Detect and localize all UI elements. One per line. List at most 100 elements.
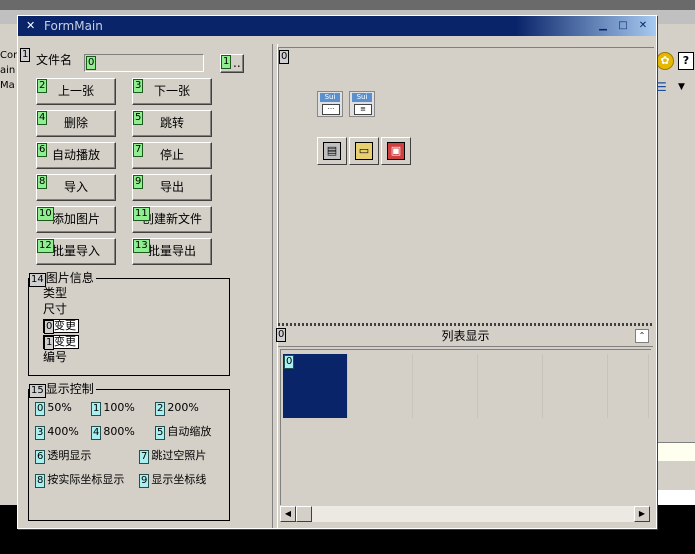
horizontal-scrollbar[interactable]: ◀ ▶ (280, 505, 650, 522)
thumbnail-cell[interactable] (348, 354, 413, 418)
component-icon[interactable]: Sui ≡ (349, 91, 375, 117)
autoplay-button[interactable]: 6 自动播放 (36, 142, 116, 169)
jump-button[interactable]: 5 跳转 (132, 110, 212, 137)
stop-button-label: 停止 (159, 148, 184, 162)
batch-export-button-label: 批量导出 (147, 244, 196, 258)
window-title: FormMain (44, 19, 103, 33)
title-bar[interactable]: ✕ FormMain ▁ □ ✕ (18, 16, 656, 36)
control-panel: 1 文件名 0 1 .. 2 上一张 3 下一张 4 删除 5 跳转 6 自动播… (18, 44, 268, 528)
close-button[interactable]: ✕ (635, 19, 651, 33)
save-as-button[interactable]: ▣ (381, 137, 411, 165)
option-label: 自动缩放 (167, 425, 212, 438)
scroll-right-icon[interactable]: ▶ (634, 506, 650, 522)
stop-button[interactable]: 7 停止 (132, 142, 212, 169)
control-index: 1 (20, 48, 31, 62)
browse-label: .. (233, 56, 241, 70)
control-index: 0 (284, 355, 295, 369)
control-index: 14 (29, 273, 46, 287)
control-index: 0 (35, 402, 46, 416)
form-main-window: ✕ FormMain ▁ □ ✕ 1 文件名 0 1 .. 2 上一张 3 下一… (17, 15, 657, 529)
background-toolbar: ✿ ? ☰ ▼ (656, 52, 695, 98)
background-field (656, 442, 695, 461)
control-index: 0 (44, 320, 55, 334)
save-button[interactable]: ▤ (317, 137, 347, 165)
help-icon[interactable]: ? (678, 52, 694, 70)
background-left-line: Cons (0, 50, 18, 61)
autoplay-button-label: 自动播放 (51, 148, 100, 162)
change-field[interactable]: 0 变更 (43, 319, 79, 334)
file-name-field[interactable]: 0 (84, 54, 204, 72)
control-index: 8 (37, 175, 48, 189)
component-icon-label: Sui (352, 93, 372, 102)
image-info-group: 14 图片信息 类型 尺寸 0 变更 1 变更 编号 (28, 271, 230, 376)
gear-icon[interactable]: ✿ (656, 52, 674, 70)
background-title-bar (0, 0, 695, 10)
show-axes-option[interactable]: 9 显示坐标线 (139, 472, 206, 488)
thumbnail-list[interactable]: 0 (280, 349, 651, 510)
batch-export-button[interactable]: 13 批量导出 (132, 238, 212, 265)
batch-import-button[interactable]: 12 批量导入 (36, 238, 116, 265)
transparent-option[interactable]: 6 透明显示 (35, 448, 91, 464)
option-label: 按实际坐标显示 (47, 473, 125, 486)
change-field-label: 变更 (54, 319, 76, 332)
option-label: 显示坐标线 (151, 473, 207, 486)
control-index: 7 (139, 450, 150, 464)
option-label: 400% (47, 425, 79, 438)
control-index: 1 (44, 336, 55, 350)
chevron-down-icon[interactable]: ▼ (678, 80, 688, 94)
export-button[interactable]: 9 导出 (132, 174, 212, 201)
thumbnail-cell[interactable] (608, 354, 649, 418)
thumbnail-cell[interactable] (478, 354, 543, 418)
image-info-caption-text: 图片信息 (45, 271, 94, 285)
jump-button-label: 跳转 (159, 116, 184, 130)
control-index: 7 (133, 143, 144, 157)
thumbnail-cell[interactable] (543, 354, 608, 418)
control-index: 5 (155, 426, 166, 440)
control-index: 2 (37, 79, 48, 93)
change-field-label: 变更 (54, 335, 76, 348)
prev-button-label: 上一张 (57, 84, 94, 98)
zoom-100-option[interactable]: 1 100% (91, 400, 135, 416)
button-glyph-icon: ··· (322, 104, 340, 115)
actual-coords-option[interactable]: 8 按实际坐标显示 (35, 472, 124, 488)
delete-button[interactable]: 4 删除 (36, 110, 116, 137)
zoom-50-option[interactable]: 0 50% (35, 400, 72, 416)
next-button[interactable]: 3 下一张 (132, 78, 212, 105)
new-file-button[interactable]: 11 创建新文件 (132, 206, 212, 233)
collapse-button[interactable]: ⌃ (635, 329, 649, 343)
type-label: 类型 (43, 286, 68, 300)
maximize-button[interactable]: □ (615, 19, 631, 33)
minimize-button[interactable]: ▁ (595, 19, 611, 33)
new-file-button-label: 创建新文件 (141, 212, 202, 226)
control-index: 0 (279, 50, 290, 64)
open-button[interactable]: ▭ (349, 137, 379, 165)
prev-button[interactable]: 2 上一张 (36, 78, 116, 105)
background-field (656, 490, 695, 505)
thumbnail-cell[interactable] (413, 354, 478, 418)
change-field[interactable]: 1 变更 (43, 335, 79, 350)
memo-glyph-icon: ≡ (354, 104, 372, 115)
skip-empty-option[interactable]: 7 跳过空照片 (139, 448, 206, 464)
control-index: 0 (276, 328, 287, 342)
preview-area[interactable]: 0 Sui ··· Sui ≡ ▤ ▭ ▣ (278, 47, 654, 324)
zoom-400-option[interactable]: 3 400% (35, 424, 79, 440)
zoom-200-option[interactable]: 2 200% (155, 400, 199, 416)
background-left-line: Ma (0, 80, 15, 91)
browse-button[interactable]: 1 .. (220, 54, 244, 73)
thumbnail-cell[interactable]: 0 (283, 354, 348, 418)
scroll-left-icon[interactable]: ◀ (280, 506, 296, 522)
option-label: 100% (103, 401, 135, 414)
component-icon[interactable]: Sui ··· (317, 91, 343, 117)
list-header: 0 列表显示 ⌃ (276, 326, 653, 347)
display-control-caption-text: 显示控制 (45, 382, 94, 396)
control-index: 6 (35, 450, 46, 464)
zoom-800-option[interactable]: 4 800% (91, 424, 135, 440)
add-image-button[interactable]: 10 添加图片 (36, 206, 116, 233)
auto-zoom-option[interactable]: 5 自动缩放 (155, 424, 211, 440)
import-button[interactable]: 8 导入 (36, 174, 116, 201)
scroll-thumb[interactable] (296, 506, 312, 522)
align-icon[interactable]: ☰ (656, 80, 672, 94)
save-icon: ▤ (323, 142, 341, 160)
size-label: 尺寸 (43, 302, 68, 316)
control-index: 0 (86, 56, 97, 70)
